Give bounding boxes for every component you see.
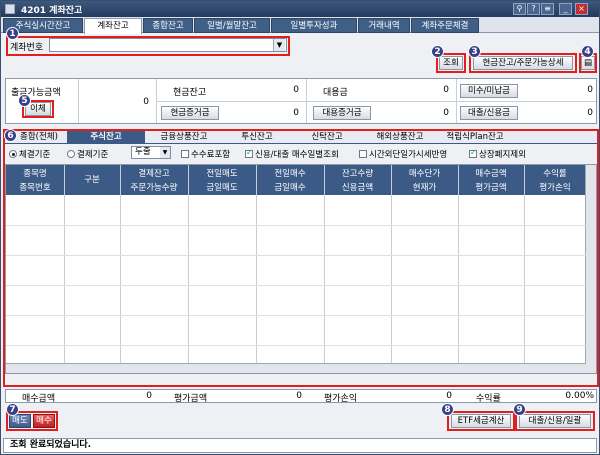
link-icon[interactable]: ? (527, 3, 540, 15)
tab-daily-performance[interactable]: 일별투자성과 (271, 18, 357, 33)
highlight-account (6, 36, 290, 56)
tab-account-balance[interactable]: 계좌잔고 (84, 18, 142, 34)
eval-pl-label: 평가손익 (324, 394, 358, 404)
return-value: 0.00% (565, 391, 594, 401)
badge-9: 9 (513, 403, 526, 416)
main-tabs: 주식실시간잔고 계좌잔고 종합잔고 일별/월말잔고 일별투자성과 거래내역 계좌… (1, 17, 599, 34)
tab-daily-monthly[interactable]: 일별/월말잔고 (194, 18, 270, 33)
status-bar: 조회 완료되었습니다. (3, 438, 597, 453)
substitute-label: 대용금 (323, 88, 348, 98)
withdrawable-value: 0 (143, 97, 149, 107)
window-title: 4201 계좌잔고 (21, 6, 83, 16)
menu-icon[interactable]: ≡ (541, 3, 554, 15)
badge-3: 3 (468, 45, 481, 58)
unpaid-button[interactable]: 미수/미납금 (460, 84, 518, 98)
unpaid-value: 0 (587, 85, 593, 95)
tab-total-balance[interactable]: 종합잔고 (143, 18, 193, 33)
substitute-margin-button[interactable]: 대용증거금 (313, 106, 371, 120)
loan-button[interactable]: 대출/신용금 (460, 106, 518, 120)
eval-amount-value: 0 (296, 391, 302, 401)
highlight-etf (447, 411, 515, 431)
badge-4: 4 (581, 45, 594, 58)
badge-1: 1 (6, 27, 19, 40)
substitute-value: 0 (443, 85, 449, 95)
summary-row: 매수금액 0 평가금액 0 평가손익 0 수익률 0.00% (5, 389, 597, 404)
eval-pl-value: 0 (446, 391, 452, 401)
cash-margin-value: 0 (293, 108, 299, 118)
buy-amount-value: 0 (146, 391, 152, 401)
highlight-main-grid (3, 129, 599, 387)
app-window: 4201 계좌잔고 ⚲ ? ≡ _ × 주식실시간잔고 계좌잔고 종합잔고 일별… (0, 0, 600, 455)
badge-8: 8 (441, 403, 454, 416)
badge-5: 5 (18, 94, 31, 107)
title-bar: 4201 계좌잔고 ⚲ ? ≡ _ × (1, 1, 599, 17)
substitute-margin-value: 0 (443, 108, 449, 118)
cash-balance-value: 0 (293, 85, 299, 95)
tab-orders[interactable]: 계좌주문체결 (411, 18, 479, 33)
loan-value: 0 (587, 108, 593, 118)
close-icon[interactable]: × (575, 3, 588, 15)
badge-6: 6 (4, 129, 17, 142)
pin-icon[interactable]: ⚲ (513, 3, 526, 15)
return-label: 수익률 (476, 394, 501, 404)
cash-margin-button[interactable]: 현금증거금 (161, 106, 219, 120)
highlight-cash-order (469, 53, 577, 73)
highlight-loan-credit (515, 411, 595, 431)
tab-transactions[interactable]: 거래내역 (358, 18, 410, 33)
cash-balance-label: 현금잔고 (173, 88, 207, 98)
buy-amount-label: 매수금액 (22, 394, 56, 404)
badge-7: 7 (6, 403, 19, 416)
app-icon (5, 4, 15, 14)
minimize-icon[interactable]: _ (559, 3, 572, 15)
badge-2: 2 (431, 45, 444, 58)
eval-amount-label: 평가금액 (174, 394, 208, 404)
